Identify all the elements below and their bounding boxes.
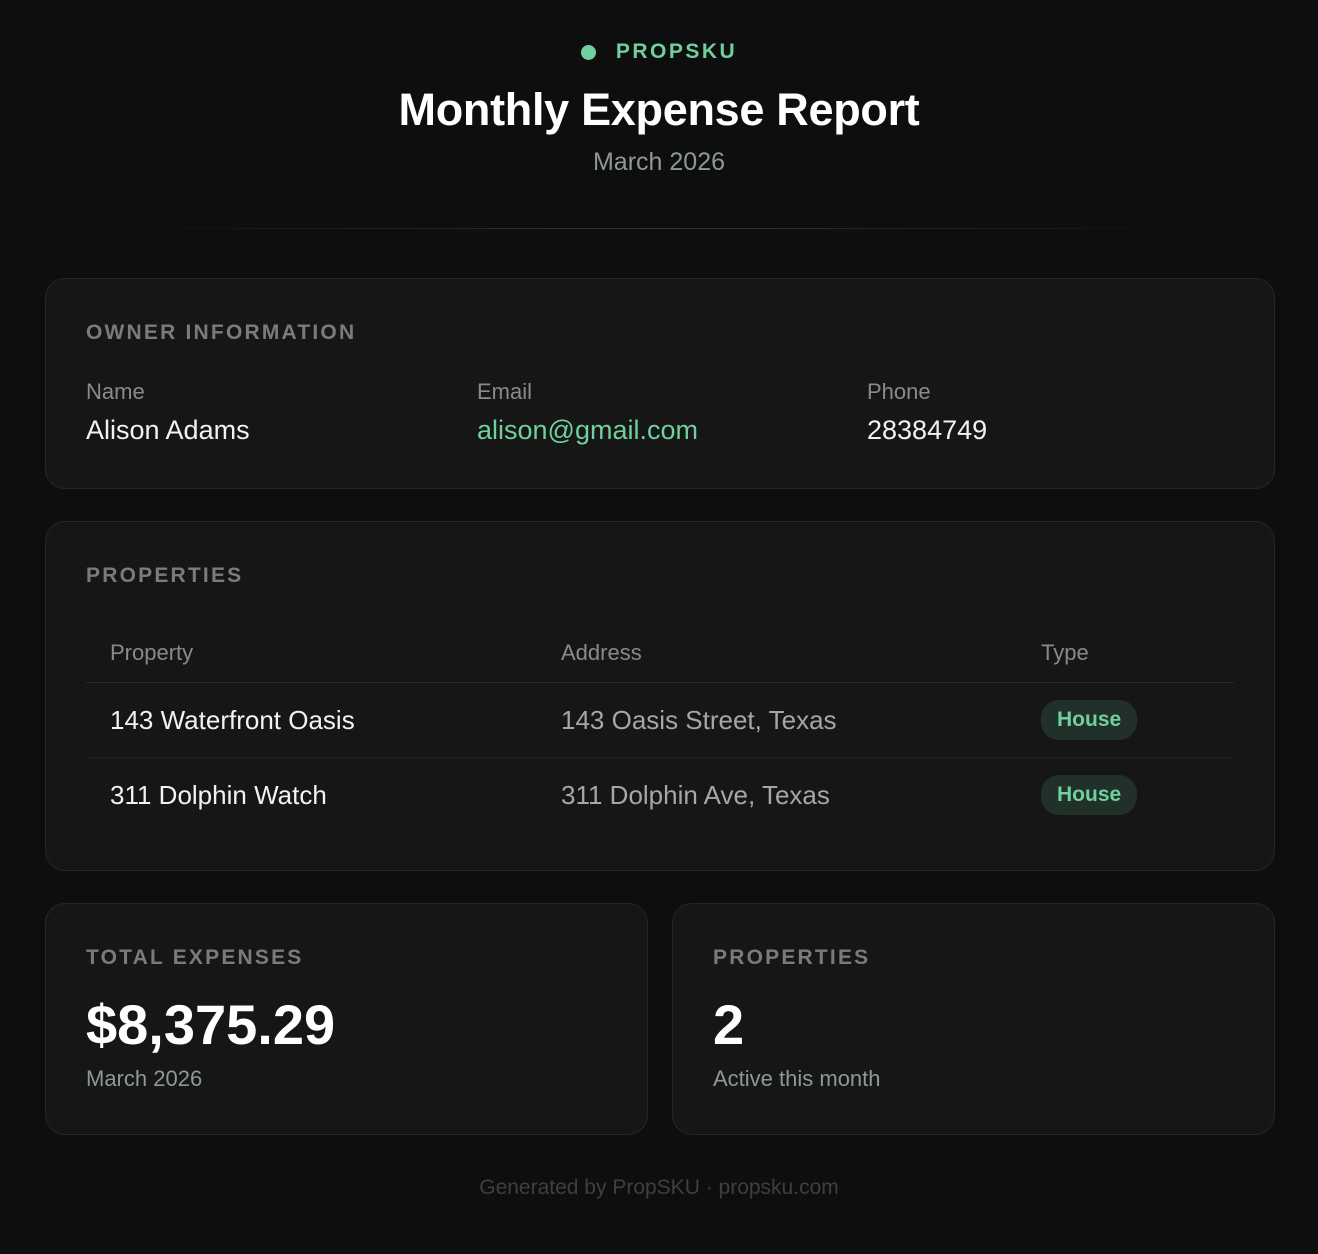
table-header-row: Property Address Type: [86, 630, 1234, 683]
column-header-property: Property: [110, 640, 194, 665]
owner-name-value: Alison Adams: [86, 415, 250, 445]
property-type-badge: House: [1041, 775, 1138, 815]
property-name: 143 Waterfront Oasis: [110, 704, 355, 735]
property-name: 311 Dolphin Watch: [110, 779, 327, 810]
brand-name: PROPSKU: [615, 40, 738, 63]
properties-card: PROPERTIES Property Address Type 143 Wat…: [45, 521, 1275, 871]
report-period: March 2026: [592, 148, 726, 176]
owner-information-card: OWNER INFORMATION Name Alison Adams Emai…: [45, 278, 1275, 489]
total-expenses-period: March 2026: [86, 1066, 203, 1091]
column-header-type: Type: [1041, 640, 1089, 665]
report-title: Monthly Expense Report: [398, 84, 920, 135]
footer-text: Generated by PropSKU · propsku.com: [479, 1176, 839, 1199]
table-row: 143 Waterfront Oasis 143 Oasis Street, T…: [86, 683, 1234, 758]
properties-table: Property Address Type 143 Waterfront Oas…: [86, 630, 1234, 832]
total-expenses-label: TOTAL EXPENSES: [86, 946, 304, 969]
brand-dot-icon: [580, 44, 596, 60]
property-address: 143 Oasis Street, Texas: [561, 704, 837, 735]
table-row: 311 Dolphin Watch 311 Dolphin Ave, Texas…: [86, 758, 1234, 832]
owner-email-label: Email: [477, 379, 533, 404]
expense-report-page: PROPSKU Monthly Expense Report March 202…: [0, 0, 1318, 1254]
owner-phone-field: Phone 28384749: [867, 379, 987, 446]
property-type-badge: House: [1041, 700, 1138, 740]
owner-name-field: Name Alison Adams: [86, 379, 250, 446]
property-count-value: 2: [713, 993, 745, 1056]
owner-name-label: Name: [86, 379, 145, 404]
owner-email-link[interactable]: alison@gmail.com: [477, 415, 698, 446]
properties-section-label: PROPERTIES: [86, 564, 244, 587]
property-count-card: PROPERTIES 2 Active this month: [672, 903, 1275, 1135]
column-header-address: Address: [561, 640, 642, 665]
owner-phone-value: 28384749: [867, 415, 988, 445]
property-count-label: PROPERTIES: [713, 946, 871, 969]
owner-phone-label: Phone: [867, 379, 931, 404]
brand: PROPSKU: [0, 40, 1318, 64]
property-count-caption: Active this month: [713, 1066, 881, 1091]
total-expenses-card: TOTAL EXPENSES $8,375.29 March 2026: [45, 903, 648, 1135]
header-divider: [110, 228, 1208, 229]
total-expenses-value: $8,375.29: [86, 993, 336, 1056]
owner-section-label: OWNER INFORMATION: [86, 321, 357, 344]
property-address: 311 Dolphin Ave, Texas: [561, 779, 830, 810]
owner-email-field: Email alison@gmail.com: [477, 379, 698, 446]
